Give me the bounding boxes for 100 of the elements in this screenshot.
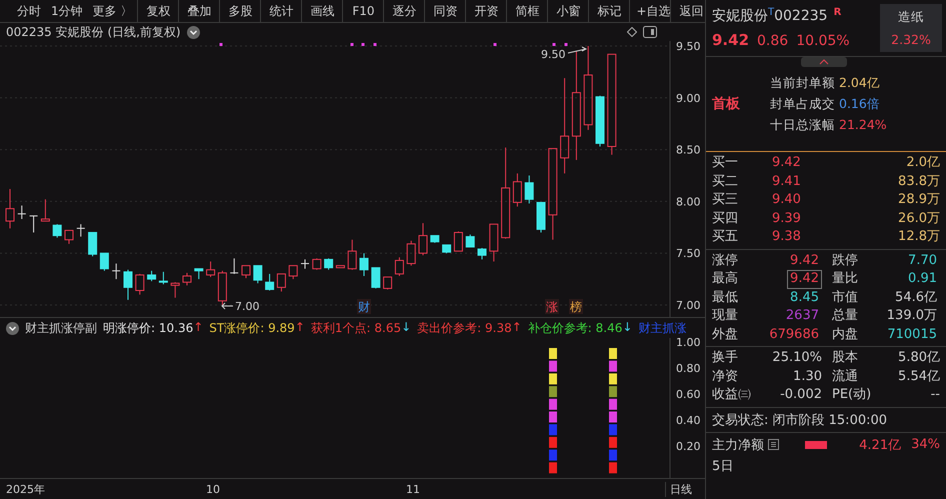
indicator-axis-label: 0.40 xyxy=(676,414,700,427)
indicator-axis-label: 1.00 xyxy=(676,338,700,349)
toolbar-tab[interactable]: 1分钟 xyxy=(46,1,88,21)
bid-label: 买三 xyxy=(712,191,739,209)
candle xyxy=(218,270,227,306)
stat-label: 涨停 xyxy=(712,252,739,270)
bid-label: 买五 xyxy=(712,228,739,246)
toolbar-button[interactable]: 统计 xyxy=(260,0,302,22)
toolbar-button[interactable]: 开资 xyxy=(465,0,506,22)
candle xyxy=(348,239,357,270)
candle xyxy=(394,256,404,276)
board-label: 首板 xyxy=(712,95,740,113)
event-marker[interactable]: 财 xyxy=(357,299,371,314)
candle xyxy=(489,224,498,262)
stat-label: 收益㈢ xyxy=(712,386,752,404)
candle xyxy=(288,265,298,280)
high-price-label: 9.50 xyxy=(541,48,566,61)
diamond-icon[interactable] xyxy=(627,27,637,37)
dropdown-icon[interactable] xyxy=(6,322,19,334)
stock-name: 安妮股份 xyxy=(712,7,768,25)
indicator-value: 获利1个点: 8.65 xyxy=(310,320,402,336)
period-label[interactable]: 日线 xyxy=(665,482,705,496)
panel-toggle-icon[interactable] xyxy=(643,26,657,38)
stat-value: 8.45 xyxy=(789,288,820,306)
sector-card[interactable]: 造纸 2.32% xyxy=(880,4,942,52)
candle xyxy=(336,265,345,268)
event-marker[interactable]: 榜 xyxy=(569,299,583,314)
toolbar-button[interactable]: 多股 xyxy=(219,0,260,22)
candle xyxy=(430,235,440,244)
seal-value: 21.24% xyxy=(839,116,887,134)
candle xyxy=(242,265,250,279)
candle xyxy=(324,258,334,270)
toolbar-button[interactable]: 复权 xyxy=(137,0,178,22)
indicator-name: 财主抓涨停副 xyxy=(25,320,97,336)
stock-tag: T xyxy=(768,7,774,18)
candle xyxy=(536,202,546,233)
price-axis-label: 8.50 xyxy=(676,144,700,157)
collapse-icon[interactable] xyxy=(801,57,847,67)
event-marker[interactable]: 涨 xyxy=(545,299,559,314)
candle xyxy=(406,240,416,266)
toolbar-tab[interactable]: 分时 xyxy=(12,1,46,21)
indicator-value: 明涨停价: 10.36 xyxy=(103,320,194,336)
toolbar-button[interactable]: 标记 xyxy=(588,0,630,22)
chart-title: 002235 安妮股份 (日线,前复权) xyxy=(6,24,181,40)
stat-label: 最低 xyxy=(712,288,739,306)
candle xyxy=(230,258,239,274)
candle xyxy=(135,273,144,296)
toolbar-button[interactable]: 叠加 xyxy=(178,0,220,22)
stat-value: 139.0万 xyxy=(886,307,938,325)
candle xyxy=(524,175,534,204)
toolbar-button[interactable]: 同资 xyxy=(424,0,466,22)
stat-value: 679686 xyxy=(768,326,820,344)
toolbar-tab[interactable]: 更多 〉 xyxy=(88,1,138,21)
stat-value: 710015 xyxy=(886,326,938,344)
toolbar-button[interactable]: 逐分 xyxy=(383,0,424,22)
bid-price: 9.41 xyxy=(772,172,802,190)
candle xyxy=(360,252,368,276)
indicator-axis-label: 0.80 xyxy=(676,362,700,375)
main-flow-label: 主力净额 xyxy=(712,436,764,454)
candle xyxy=(312,258,322,270)
candle xyxy=(194,268,204,280)
period-label: 5日 xyxy=(712,458,734,474)
percent-change: 10.05% xyxy=(796,33,850,49)
indicator-value: 补仓价参考: 8.46 xyxy=(528,320,622,336)
candle xyxy=(454,230,463,252)
arrow-icon xyxy=(568,46,588,54)
stat-value: 1.30 xyxy=(792,368,822,386)
toolbar-button[interactable]: F10 xyxy=(342,0,384,22)
bid-volume: 83.8万 xyxy=(897,172,940,190)
bid-price: 9.39 xyxy=(772,210,802,228)
bid-label: 买二 xyxy=(712,172,739,190)
toolbar-button[interactable]: 返回 xyxy=(670,0,712,22)
arrow-icon xyxy=(221,302,234,310)
stat-value: 54.6亿 xyxy=(894,288,938,306)
bid-volume: 28.9万 xyxy=(897,191,940,209)
stat-label: 跌停 xyxy=(831,252,859,270)
indicator-value: ST涨停价: 9.89 xyxy=(209,320,295,336)
sector-percent: 2.32% xyxy=(891,32,931,47)
stat-value: -- xyxy=(930,386,940,404)
main-flow-percent: 34% xyxy=(911,437,940,452)
candle xyxy=(158,271,168,285)
stat-value: 9.42 xyxy=(787,270,822,288)
indicator-axis-label: 0.20 xyxy=(676,440,700,453)
date-axis-label: 10 xyxy=(205,482,221,496)
dropdown-icon[interactable] xyxy=(186,26,200,38)
candle xyxy=(300,258,310,270)
bid-volume: 2.0亿 xyxy=(905,154,940,172)
toolbar-button[interactable]: +自选 xyxy=(629,0,670,22)
toolbar-button[interactable]: 小窗 xyxy=(547,0,588,22)
toolbar-button[interactable]: 简框 xyxy=(506,0,548,22)
price-axis-label: 8.00 xyxy=(676,195,700,208)
toolbar-button[interactable]: 画线 xyxy=(301,0,342,22)
seal-value: 2.04亿 xyxy=(839,74,880,92)
stat-value: -0.002 xyxy=(779,386,822,404)
stat-label: 现量 xyxy=(712,307,739,325)
stat-value: 25.10% xyxy=(771,349,822,367)
current-price: 9.42 xyxy=(712,31,750,49)
candle xyxy=(52,224,62,238)
stock-flag-label: R xyxy=(834,7,842,18)
list-icon[interactable] xyxy=(768,439,779,450)
